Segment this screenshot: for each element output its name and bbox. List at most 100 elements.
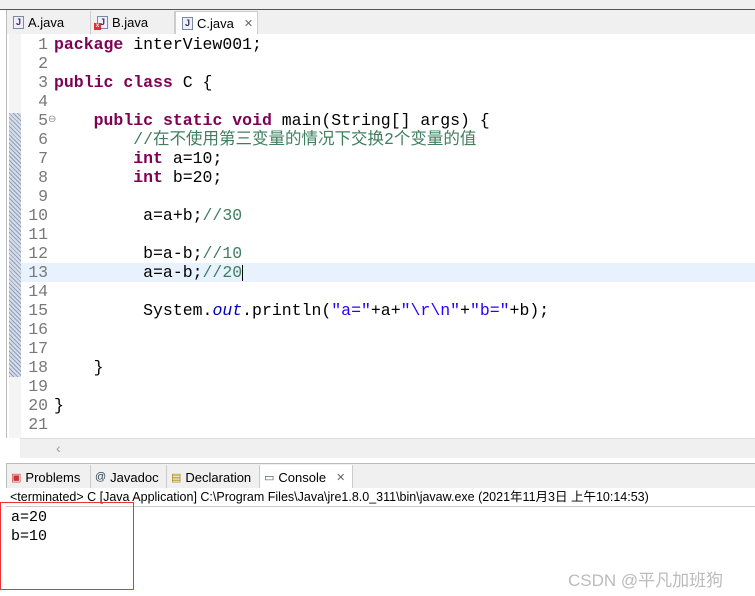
line-number: 5 xyxy=(38,111,48,130)
code-text: int b=20; xyxy=(54,168,222,187)
code-line[interactable]: 9 xyxy=(21,187,755,206)
watermark: CSDN @平凡加班狗 xyxy=(568,571,724,590)
code-line[interactable]: 12 b=a-b;//10 xyxy=(21,244,755,263)
code-token: interView001; xyxy=(123,35,262,54)
code-line[interactable]: 21 xyxy=(21,415,755,434)
tab-c-java[interactable]: J C.java ✕ xyxy=(175,11,258,34)
at-icon: @ xyxy=(95,471,107,483)
line-number: 9 xyxy=(38,187,48,206)
code-token: main(String[] args) { xyxy=(271,111,490,130)
java-file-icon: J xyxy=(13,16,24,29)
tab-problems[interactable]: ▣ Problems xyxy=(7,465,91,489)
code-token: package xyxy=(54,35,124,54)
tab-b-java[interactable]: Jx B.java xyxy=(91,11,175,34)
code-line[interactable]: 5 ⊖ public static void main(String[] args… xyxy=(21,111,755,130)
java-file-icon: J xyxy=(182,16,193,30)
code-token: //30 xyxy=(202,206,243,225)
code-text: a=a-b;//20 xyxy=(54,263,244,282)
code-token: int xyxy=(133,168,163,187)
line-number: 17 xyxy=(28,339,48,358)
code-token: public xyxy=(54,73,114,92)
line-number: 15 xyxy=(28,301,48,320)
code-line[interactable]: 6 //在不使用第三变量的情况下交换2个变量的值 xyxy=(21,130,755,149)
line-number: 2 xyxy=(38,54,48,73)
close-icon[interactable]: ✕ xyxy=(244,17,253,30)
code-line[interactable]: 19 xyxy=(21,377,755,396)
code-text: //在不使用第三变量的情况下交换2个变量的值 xyxy=(54,130,476,149)
code-token: a=a-b; xyxy=(54,263,203,282)
line-number: 18 xyxy=(28,358,48,377)
code-line[interactable]: 1 package interView001; xyxy=(21,35,755,54)
code-line[interactable]: 3 public class C { xyxy=(21,73,755,92)
code-text: } xyxy=(54,358,104,377)
code-token: out xyxy=(212,301,243,320)
declaration-icon: ▤ xyxy=(171,471,182,484)
code-text: public static void main(String[] args) { xyxy=(54,111,490,130)
tab-a-java[interactable]: J A.java xyxy=(7,11,91,34)
code-token: //10 xyxy=(202,244,243,263)
text-caret xyxy=(242,264,244,281)
code-token: } xyxy=(54,396,64,415)
code-line[interactable]: 10 a=a+b;//30 xyxy=(21,206,755,225)
code-token: b=20; xyxy=(162,168,223,187)
code-token: "a=" xyxy=(331,301,371,320)
code-line[interactable]: 11 xyxy=(21,225,755,244)
line-number: 7 xyxy=(38,149,48,168)
code-line[interactable]: 13 a=a-b;//20 xyxy=(21,263,755,282)
line-number: 10 xyxy=(28,206,48,225)
code-token: b=a-b; xyxy=(54,244,203,263)
line-number: 13 xyxy=(28,263,48,282)
code-line[interactable]: 2 xyxy=(21,54,755,73)
code-token: void xyxy=(232,111,272,130)
code-line[interactable]: 20} xyxy=(21,396,755,415)
code-token: .println( xyxy=(242,301,332,320)
code-text: } xyxy=(54,396,64,415)
code-token: //在不使用第三变量的情况下交换2个变量的值 xyxy=(133,130,477,149)
code-token: public xyxy=(93,111,154,130)
code-editor[interactable]: 1 package interView001; 2 3 public class C {… xyxy=(6,34,755,438)
code-token: a=10; xyxy=(162,149,223,168)
tab-console[interactable]: ▭ Console ✕ xyxy=(260,465,353,489)
code-line[interactable]: 8 int b=20; xyxy=(21,168,755,187)
line-number: 20 xyxy=(28,396,48,415)
horizontal-scrollbar[interactable]: ‹ xyxy=(20,438,755,458)
chevron-left-icon[interactable]: ‹ xyxy=(56,440,61,456)
code-line[interactable]: 16 xyxy=(21,320,755,339)
line-number: 1 xyxy=(38,35,48,54)
code-token: "\r\n" xyxy=(400,301,461,320)
code-line[interactable]: 4 xyxy=(21,92,755,111)
line-number: 8 xyxy=(38,168,48,187)
code-line[interactable]: 7 int a=10; xyxy=(21,149,755,168)
line-number: 21 xyxy=(28,415,48,434)
code-line[interactable]: 17 xyxy=(21,339,755,358)
editor-tabs: J A.java Jx B.java J C.java ✕ xyxy=(6,10,755,34)
toolbar xyxy=(0,0,755,10)
code-text: package interView001; xyxy=(54,35,262,54)
code-line[interactable]: 14 xyxy=(21,282,755,301)
line-number: 16 xyxy=(28,320,48,339)
line-number: 6 xyxy=(38,130,48,149)
java-file-error-icon: Jx xyxy=(94,16,108,30)
code-token: int xyxy=(133,149,163,168)
code-token: class xyxy=(123,73,173,92)
tab-declaration[interactable]: ▤ Declaration xyxy=(167,465,260,489)
code-token: a=a+b; xyxy=(54,206,203,225)
tab-javadoc[interactable]: @ Javadoc xyxy=(91,465,167,489)
code-line[interactable]: 15 System.out.println("a="+a+"\r\n"+"b="… xyxy=(21,301,755,320)
code-token: + xyxy=(460,301,470,320)
problems-icon: ▣ xyxy=(11,471,22,484)
close-icon[interactable]: ✕ xyxy=(336,471,345,484)
code-text: System.out.println("a="+a+"\r\n"+"b="+b)… xyxy=(54,301,549,320)
code-token: } xyxy=(54,358,104,377)
code-line[interactable]: 18 } xyxy=(21,358,755,377)
highlight-box xyxy=(0,502,134,590)
code-token: C { xyxy=(172,73,213,92)
line-number: 14 xyxy=(28,282,48,301)
